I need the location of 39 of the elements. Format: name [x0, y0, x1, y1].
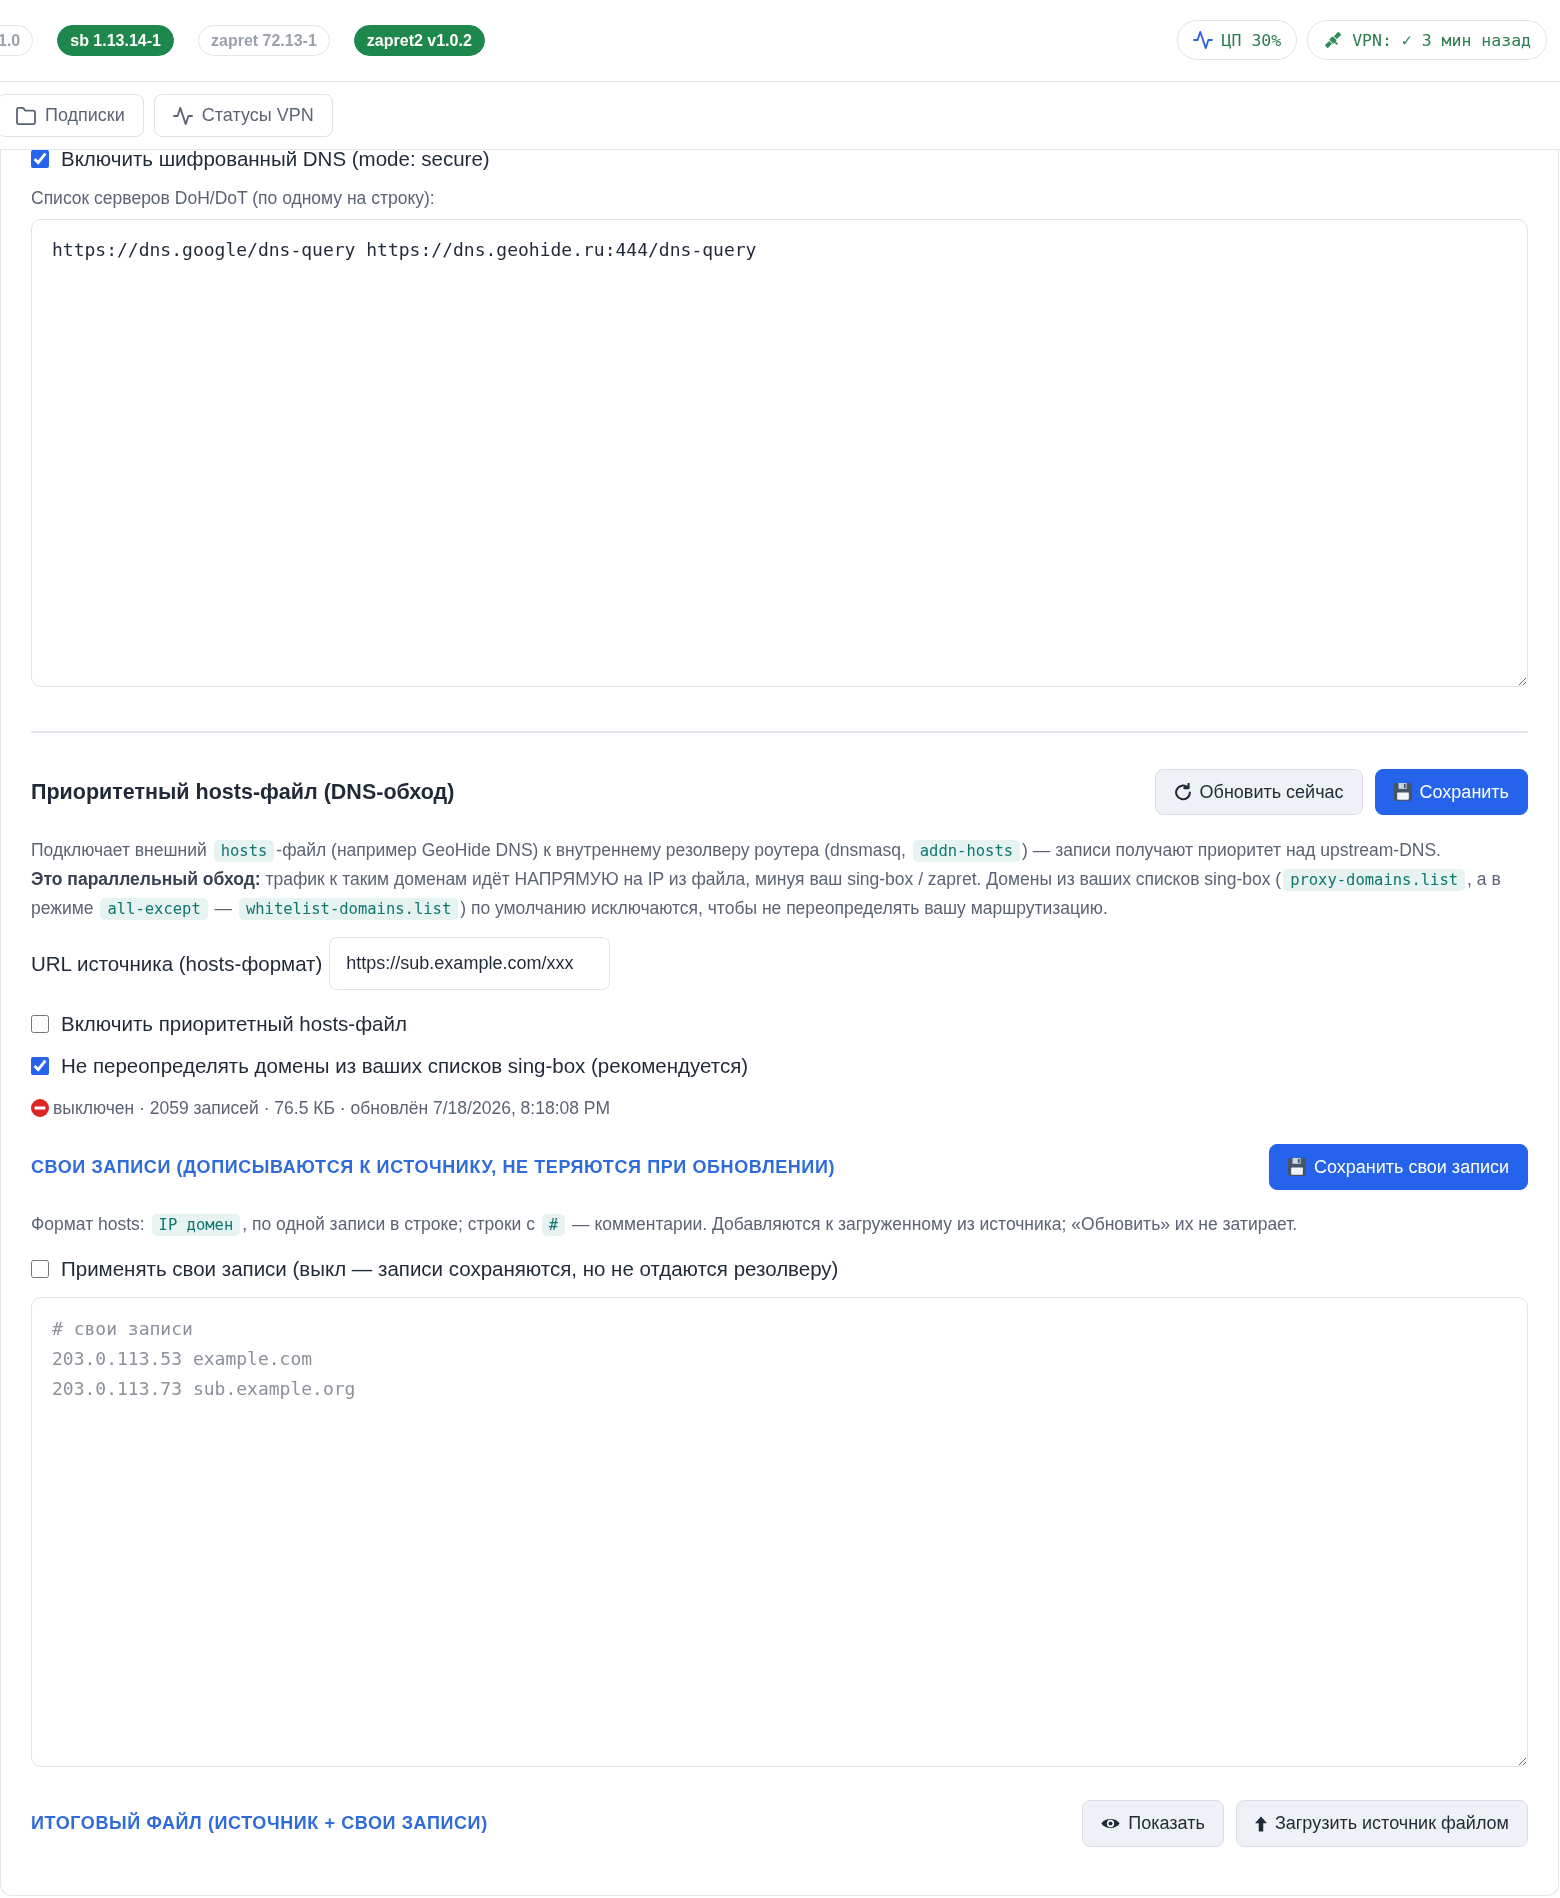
- save-button[interactable]: Сохранить: [1374, 769, 1528, 815]
- eye-icon: [1101, 1817, 1121, 1830]
- version-badge: zapret 72.13-1: [198, 25, 330, 56]
- upload-file-button[interactable]: Загрузить источник файлом: [1235, 1800, 1528, 1847]
- checkbox-label: Применять свои записи (выкл — записи сохраняются, но не отдаются резолверу): [61, 1257, 839, 1281]
- version-badge: zapret2 v1.0.2: [353, 25, 485, 56]
- activity-icon: [1192, 31, 1213, 49]
- section-subtitle: ИТОГОВЫЙ ФАЙЛ (ИСТОЧНИК + СВОИ ЗАПИСИ): [31, 1813, 488, 1834]
- field-label: Список серверов DoH/DoT (по одному на строку):: [31, 188, 436, 208]
- checkbox[interactable]: [31, 150, 49, 168]
- checkbox[interactable]: [31, 1057, 49, 1075]
- servers-textarea[interactable]: https://dns.google/dns-query https://dns.geohide.ru:444/dns-query: [31, 219, 1528, 687]
- url-input[interactable]: https://sub.example.com/xxx: [329, 937, 611, 990]
- cpu-usage-text: ЦП 30%: [1221, 30, 1282, 50]
- section-subtitle: СВОИ ЗАПИСИ (ДОПИСЫВАЮТСЯ К ИСТОЧНИКУ, НЕ ТЕРЯЮТСЯ ПРИ ОБНОВЛЕНИИ): [31, 1156, 836, 1178]
- entries-textarea[interactable]: # свои записи 203.0.113.53 example.com 203.0.113.73 sub.example.org: [31, 1297, 1528, 1767]
- format-hint-text: Формат hosts: IP домен , по одной записи в строке; строки с # — комментарии. Добавляются к загруженному из источника; «Обновить» их не затирает.: [31, 1213, 1299, 1236]
- upload-arrow-icon: [1254, 1815, 1267, 1832]
- save-entries-button[interactable]: Сохранить свои записи: [1269, 1144, 1528, 1190]
- description-text: Подключает внешний hosts -файл (например GeoHide DNS) к внутреннему резолверу роутера (dnsmasq, addn-hosts ) — записи получают приоритет над upstream-DNS.: [31, 839, 1442, 864]
- section-title: Приоритетный hosts-файл (DNS-обход): [31, 779, 455, 805]
- tab[interactable]: Подписки: [0, 94, 144, 137]
- vpn-status-text: VPN: ✓ 3 мин назад: [1352, 30, 1531, 50]
- folder-icon: [16, 106, 36, 125]
- tab[interactable]: Статусы VPN: [153, 94, 333, 137]
- checkbox[interactable]: [31, 1260, 49, 1278]
- activity-icon: [172, 106, 193, 125]
- checkbox-label: Включить приоритетный hosts-файл: [61, 1012, 407, 1036]
- status-text: выключен · 2059 записей · 76.5 КБ · обновлён 7/18/2026, 8:18:08 PM: [53, 1098, 611, 1118]
- field-label: URL источника (hosts-формат): [31, 951, 323, 976]
- refresh-button[interactable]: Обновить сейчас: [1154, 769, 1363, 815]
- satellite-icon: [1323, 30, 1344, 50]
- checkbox[interactable]: [31, 1015, 49, 1033]
- version-badge: sb 1.13.14-1: [57, 25, 174, 56]
- show-button[interactable]: Показать: [1082, 1800, 1224, 1847]
- refresh-icon: [1173, 783, 1192, 801]
- checkbox-label: Включить шифрованный DNS (mode: secure): [61, 147, 490, 171]
- description-text: Это параллельный обход: трафик к таким доменам идёт НАПРЯМУЮ на IP из файла, минуя ваш sing-box / zapret. Домены из ваших списков sing-box ( proxy-domains.list , а в режиме all-except — whitelist-domains.list ) по умолчанию исключаются, чтобы не переопределять вашу маршрутизацию.: [31, 868, 1502, 922]
- checkbox-label: Не переопределять домены из ваших списков sing-box (рекомендуется): [61, 1054, 749, 1078]
